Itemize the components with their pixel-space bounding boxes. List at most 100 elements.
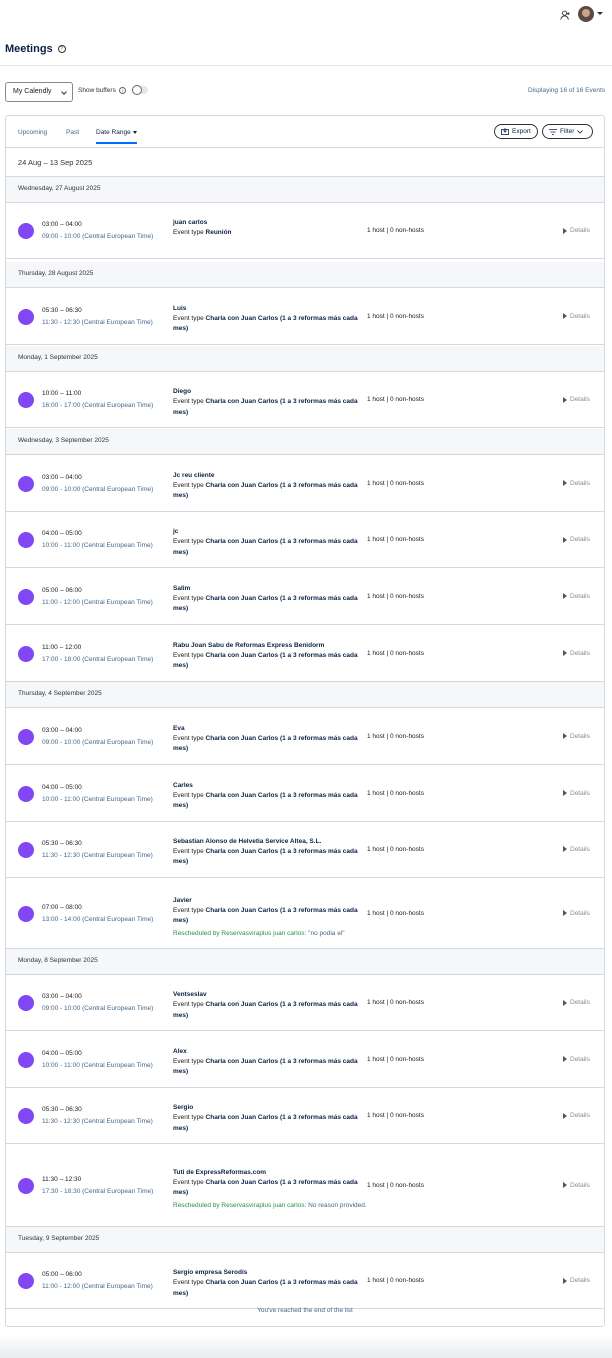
event-row[interactable]: 05:30 – 06:30 11:30 - 12:30 (Central Euro… — [6, 1088, 604, 1144]
filter-icon — [549, 128, 557, 135]
export-button[interactable]: Export — [494, 124, 538, 139]
event-type-prefix: Event type — [173, 1279, 204, 1286]
event-time: 03:00 – 04:00 — [42, 993, 82, 1000]
caret-right-icon — [563, 1112, 567, 1119]
host-count: 1 host | 0 non-hosts — [367, 227, 424, 234]
invitee-name: Tuti de ExpressReformas.com — [173, 1168, 267, 1176]
event-color-dot — [18, 392, 34, 408]
chevron-down-icon[interactable] — [597, 12, 603, 15]
caret-right-icon — [563, 1182, 567, 1188]
event-color-dot — [18, 1051, 34, 1068]
details-button[interactable]: Details — [563, 1182, 590, 1189]
event-row[interactable]: 07:00 – 08:00 13:00 - 14:00 (Central Euro… — [6, 878, 604, 949]
event-time: 03:00 – 04:00 — [42, 473, 82, 481]
event-row[interactable]: 03:00 – 04:00 09:00 - 10:00 (Central Euro… — [6, 203, 604, 259]
tab-date-range[interactable]: Date Range — [96, 129, 137, 144]
event-row[interactable]: 05:00 – 06:00 11:00 - 12:00 (Central Euro… — [6, 568, 604, 625]
invitee-name: Carles — [173, 781, 193, 789]
event-type: Event type Charla con Juan Carlos (1 a 3… — [173, 734, 368, 755]
details-button[interactable]: Details — [563, 650, 590, 657]
details-button[interactable]: Details — [563, 1112, 590, 1119]
event-time: 11:00 – 12:00 — [42, 643, 82, 651]
invitee-name: Jc reu cliente — [173, 471, 215, 479]
event-type-prefix: Event type — [173, 314, 204, 322]
calendly-select[interactable]: My Calendly — [5, 82, 73, 102]
event-local-time: 11:00 - 12:00 (Central European Time) — [42, 598, 153, 606]
event-color-dot — [18, 1273, 34, 1289]
event-row[interactable]: 03:00 – 04:00 09:00 - 10:00 (Central Euro… — [6, 975, 604, 1031]
event-color-dot — [18, 308, 34, 325]
event-row[interactable]: 05:00 – 06:00 11:00 - 12:00 (Central Euro… — [6, 1253, 604, 1309]
details-button[interactable]: Details — [563, 1056, 590, 1063]
details-button[interactable]: Details — [563, 999, 590, 1006]
page-header: Meetings ? — [5, 43, 66, 55]
event-time: 05:30 – 06:30 — [42, 306, 82, 314]
event-type-prefix: Event type — [173, 1057, 204, 1065]
invitee-name: Sebastian Alonso de Helvetia Service Alt… — [173, 837, 322, 845]
invitee-name: Ventseslav — [173, 991, 207, 998]
tab-past[interactable]: Past — [66, 129, 79, 136]
page-footer-shade — [0, 1335, 612, 1358]
event-type: Event type Charla con Juan Carlos (1 a 3… — [173, 1278, 368, 1299]
event-row[interactable]: 05:30 – 06:30 11:30 - 12:30 (Central Euro… — [6, 821, 604, 878]
filter-button[interactable]: Filter — [542, 124, 593, 139]
event-time: 05:00 – 06:00 — [42, 586, 82, 594]
event-row[interactable]: 04:00 – 05:00 10:00 - 11:00 (Central Euro… — [6, 512, 604, 568]
show-buffers-label: Show buffers — [78, 86, 116, 94]
details-button[interactable]: Details — [563, 593, 590, 600]
event-color-dot — [18, 785, 34, 802]
host-count: 1 host | 0 non-hosts — [367, 732, 424, 740]
avatar[interactable] — [578, 6, 594, 22]
invitee-name: Javier — [173, 896, 192, 904]
chevron-down-icon — [577, 129, 584, 134]
details-button[interactable]: Details — [563, 733, 590, 740]
event-row[interactable]: 04:00 – 05:00 10:00 - 11:00 (Central Euro… — [6, 765, 604, 822]
details-button[interactable]: Details — [563, 1277, 590, 1284]
page-title: Meetings — [5, 43, 53, 55]
event-type: Event type Charla con Juan Carlos (1 a 3… — [173, 791, 368, 812]
host-count: 1 host | 0 non-hosts — [367, 1055, 424, 1063]
event-row[interactable]: 04:00 – 05:00 10:00 - 11:00 (Central Euro… — [6, 1031, 604, 1088]
caret-right-icon — [563, 1277, 567, 1284]
event-row[interactable]: 10:00 – 11:00 16:00 - 17:00 (Central Euro… — [6, 372, 604, 428]
details-button[interactable]: Details — [563, 227, 590, 234]
event-row[interactable]: 03:00 – 04:00 09:00 - 10:00 (Central Euro… — [6, 708, 604, 765]
host-count: 1 host | 0 non-hosts — [367, 999, 424, 1006]
details-button[interactable]: Details — [563, 910, 590, 917]
event-time: 04:00 – 05:00 — [42, 1049, 82, 1057]
details-label: Details — [570, 1112, 590, 1119]
event-row[interactable]: 05:30 – 06:30 11:30 - 12:30 (Central Euro… — [6, 288, 604, 345]
details-button[interactable]: Details — [563, 790, 590, 797]
rescheduled-note: Rescheduled by Reservasviraplus juan car… — [173, 929, 368, 939]
details-button[interactable]: Details — [563, 396, 590, 403]
details-button[interactable]: Details — [563, 846, 590, 853]
event-row[interactable]: 11:30 – 12:30 17:30 - 18:30 (Central Euro… — [6, 1144, 604, 1227]
event-local-time: 09:00 - 10:00 (Central European Time) — [42, 233, 154, 240]
show-buffers: Show buffers i — [78, 85, 148, 95]
host-count: 1 host | 0 non-hosts — [367, 1112, 424, 1119]
event-local-time: 13:00 - 14:00 (Central European Time) — [42, 915, 154, 923]
event-type-prefix: Event type — [173, 906, 204, 914]
event-type-prefix: Event type — [173, 538, 204, 545]
invitee-name: juan carlos — [173, 219, 208, 226]
caret-down-icon — [132, 130, 137, 134]
caret-right-icon — [563, 1056, 567, 1062]
show-buffers-toggle[interactable] — [131, 85, 148, 95]
event-row[interactable]: 11:00 – 12:00 17:00 - 18:00 (Central Euro… — [6, 625, 604, 682]
event-color-dot — [18, 475, 34, 492]
details-button[interactable]: Details — [563, 313, 590, 320]
event-type: Event type Charla con Juan Carlos (1 a 3… — [173, 906, 368, 927]
host-count: 1 host | 0 non-hosts — [367, 1277, 424, 1284]
chevron-down-icon — [61, 89, 67, 95]
event-type: Event type Charla con Juan Carlos (1 a 3… — [173, 651, 368, 672]
caret-right-icon — [563, 846, 567, 852]
details-button[interactable]: Details — [563, 536, 590, 543]
host-count: 1 host | 0 non-hosts — [367, 845, 424, 853]
add-person-icon[interactable] — [560, 9, 571, 21]
details-button[interactable]: Details — [563, 480, 590, 487]
tab-upcoming[interactable]: Upcoming — [18, 129, 47, 136]
event-row[interactable]: 03:00 – 04:00 09:00 - 10:00 (Central Euro… — [6, 455, 604, 512]
help-icon[interactable]: ? — [57, 45, 66, 53]
info-icon[interactable]: i — [118, 86, 126, 94]
caret-right-icon — [563, 910, 567, 916]
